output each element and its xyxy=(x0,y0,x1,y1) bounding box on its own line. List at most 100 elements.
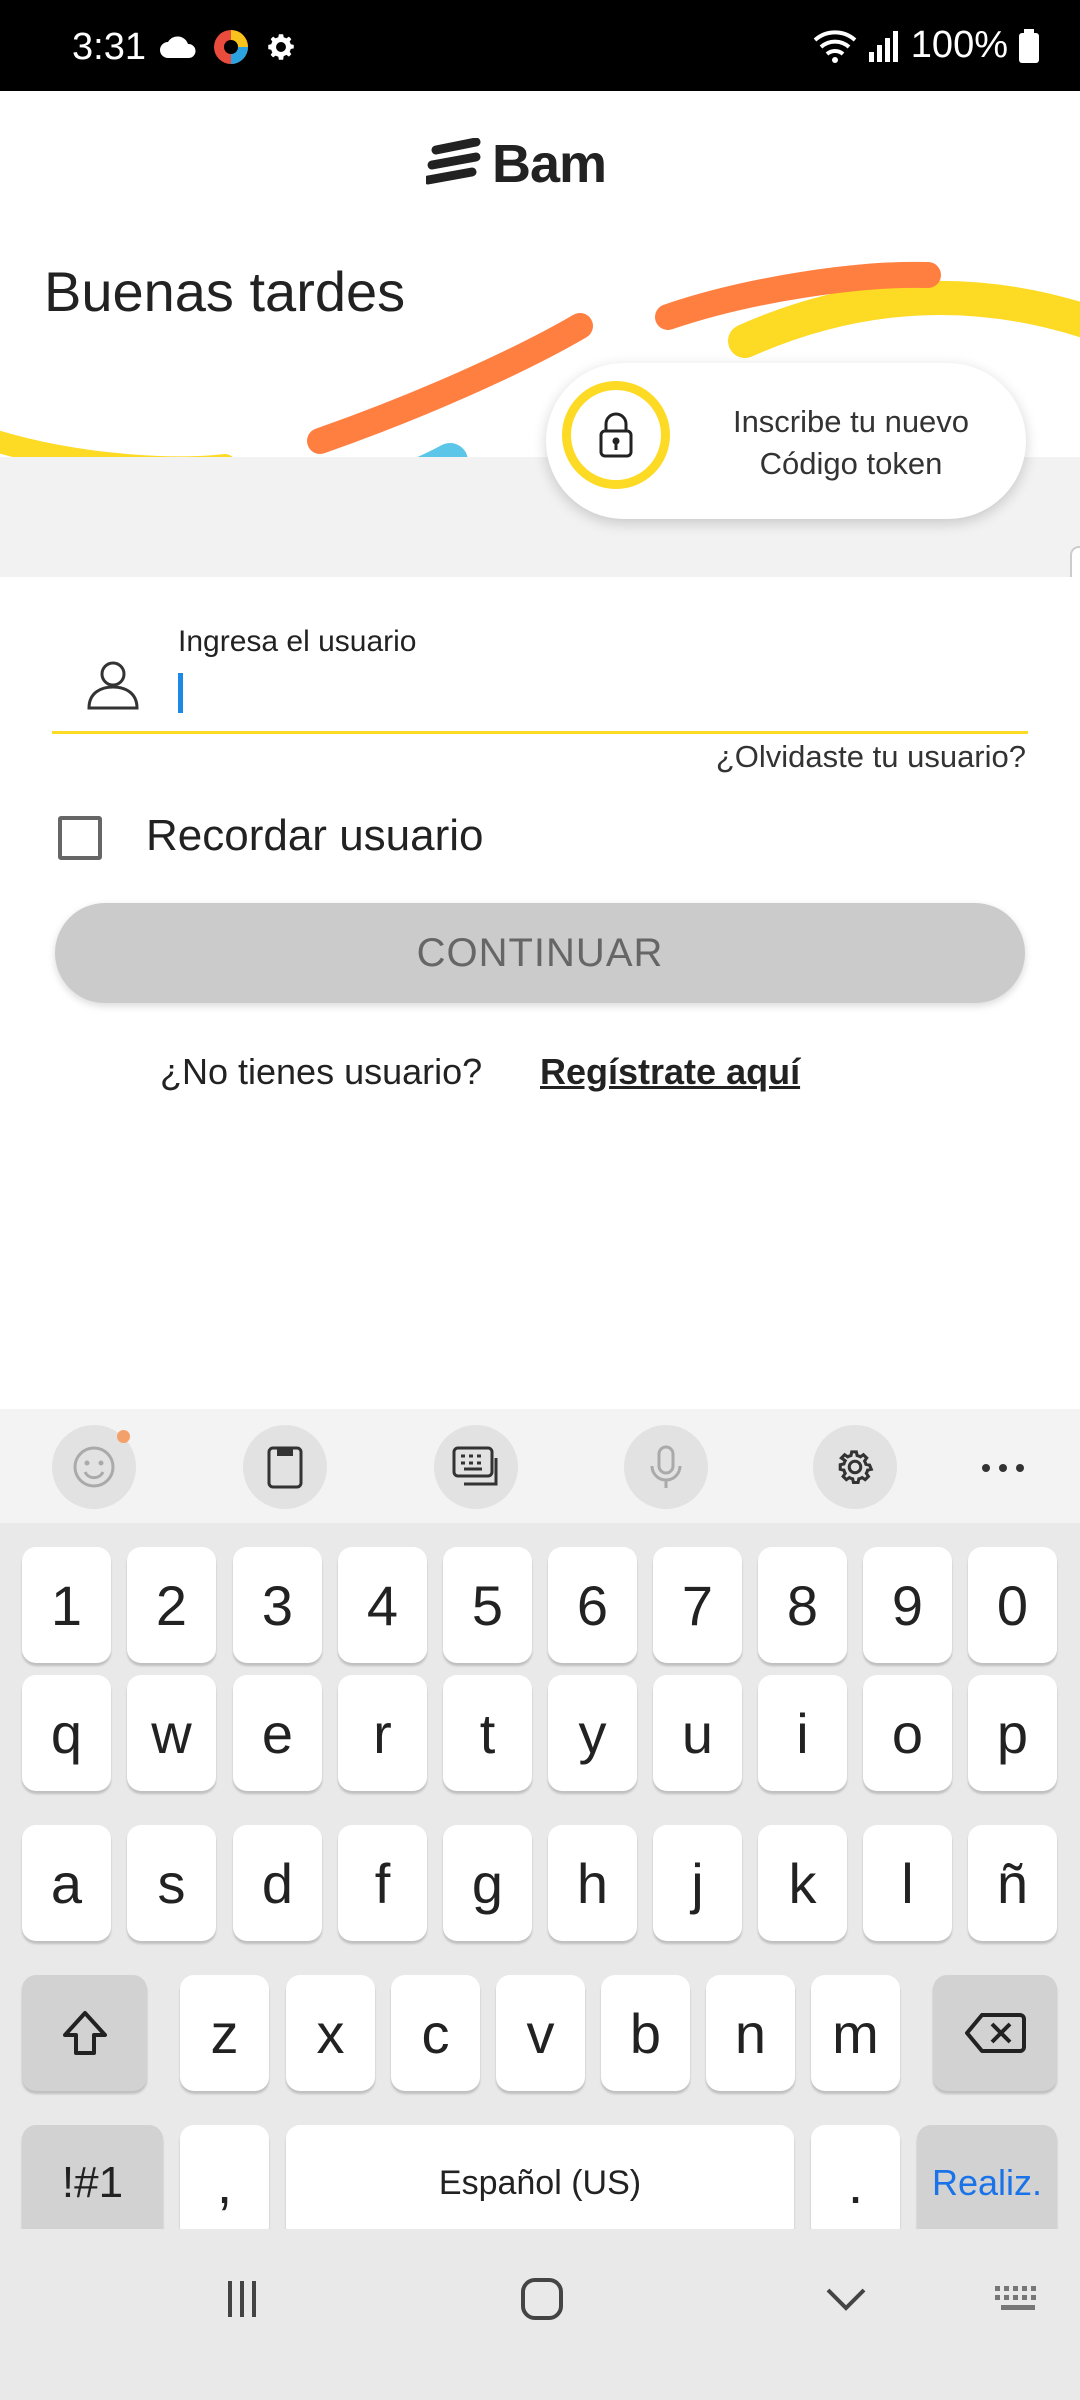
settings-notification-icon xyxy=(268,34,294,60)
home-icon xyxy=(521,2278,563,2320)
backspace-icon xyxy=(965,2013,1026,2053)
more-button[interactable] xyxy=(978,1443,1028,1493)
bam-logo-text: Bam xyxy=(492,134,607,194)
signal-icon xyxy=(868,30,898,62)
recent-apps-icon xyxy=(228,2281,256,2317)
emoji-button[interactable] xyxy=(52,1425,136,1509)
space-key[interactable]: Español (US) xyxy=(286,2125,794,2241)
clipboard-button[interactable] xyxy=(243,1425,327,1509)
system-nav-bar xyxy=(0,2229,1080,2400)
key-q[interactable]: q xyxy=(22,1675,111,1791)
key-e[interactable]: e xyxy=(233,1675,322,1791)
key-1[interactable]: 1 xyxy=(22,1547,111,1663)
key-d[interactable]: d xyxy=(233,1825,322,1941)
more-icon xyxy=(982,1464,1024,1472)
done-key[interactable]: Realiz. xyxy=(917,2125,1057,2241)
token-card-text: Inscribe tu nuevo Código token xyxy=(696,401,1006,485)
keyboard-switch-button[interactable] xyxy=(988,2269,1048,2329)
username-label: Ingresa el usuario xyxy=(178,625,417,658)
key-5[interactable]: 5 xyxy=(443,1547,532,1663)
text-cursor xyxy=(178,673,183,713)
username-underline xyxy=(52,731,1028,734)
register-link[interactable]: Regístrate aquí xyxy=(540,1051,800,1093)
keyboard-toolbar xyxy=(0,1409,1080,1523)
status-notification-icons xyxy=(158,28,298,66)
comma-key[interactable]: , xyxy=(180,2125,269,2241)
key-8[interactable]: 8 xyxy=(758,1547,847,1663)
key-j[interactable]: j xyxy=(653,1825,742,1941)
key-r[interactable]: r xyxy=(338,1675,427,1791)
symbols-key[interactable]: !#1 xyxy=(22,2125,163,2241)
key-x[interactable]: x xyxy=(286,1975,375,2091)
cloud-icon xyxy=(160,36,196,58)
battery-icon xyxy=(1019,28,1039,63)
key-p[interactable]: p xyxy=(968,1675,1057,1791)
recent-apps-button[interactable] xyxy=(212,2269,272,2329)
key-a[interactable]: a xyxy=(22,1825,111,1941)
battery-percent: 100% xyxy=(910,24,1008,66)
key-3[interactable]: 3 xyxy=(233,1547,322,1663)
soft-keyboard: 1 2 3 4 5 6 7 8 9 0 q w e r t y u i o p … xyxy=(0,1409,1080,2241)
key-y[interactable]: y xyxy=(548,1675,637,1791)
key-u[interactable]: u xyxy=(653,1675,742,1791)
key-v[interactable]: v xyxy=(496,1975,585,2091)
status-time: 3:31 xyxy=(72,26,146,68)
bam-logo-mark-icon xyxy=(426,138,481,185)
key-k[interactable]: k xyxy=(758,1825,847,1941)
back-icon xyxy=(826,2288,866,2311)
voice-input-button[interactable] xyxy=(624,1425,708,1509)
login-screen: Bam Buenas tardes Inscribe tu nuevo Códi… xyxy=(0,91,1080,1409)
key-z[interactable]: z xyxy=(180,1975,269,2091)
status-bar: 3:31 100% xyxy=(0,0,1080,91)
key-t[interactable]: t xyxy=(443,1675,532,1791)
key-h[interactable]: h xyxy=(548,1825,637,1941)
key-n-tilde[interactable]: ñ xyxy=(968,1825,1057,1941)
backspace-key[interactable] xyxy=(933,1975,1057,2091)
forgot-username-link[interactable]: ¿Olvidaste tu usuario? xyxy=(716,739,1026,775)
keyboard-settings-button[interactable] xyxy=(813,1425,897,1509)
key-s[interactable]: s xyxy=(127,1825,216,1941)
key-2[interactable]: 2 xyxy=(127,1547,216,1663)
key-g[interactable]: g xyxy=(443,1825,532,1941)
token-card-line1: Inscribe tu nuevo xyxy=(732,404,970,439)
shift-icon xyxy=(62,2011,107,2055)
user-icon xyxy=(87,661,139,710)
home-button[interactable] xyxy=(512,2269,572,2329)
key-c[interactable]: c xyxy=(391,1975,480,2091)
microphone-icon xyxy=(650,1445,682,1488)
key-0[interactable]: 0 xyxy=(968,1547,1057,1663)
key-9[interactable]: 9 xyxy=(863,1547,952,1663)
app-notification-icon xyxy=(214,30,248,64)
remember-user-label[interactable]: Recordar usuario xyxy=(146,811,484,861)
bam-logo: Bam xyxy=(426,133,607,195)
key-6[interactable]: 6 xyxy=(548,1547,637,1663)
status-right: 100% xyxy=(813,24,1040,67)
remember-user-checkbox[interactable] xyxy=(58,816,102,860)
key-o[interactable]: o xyxy=(863,1675,952,1791)
no-user-text: ¿No tienes usuario? xyxy=(160,1051,483,1092)
key-4[interactable]: 4 xyxy=(338,1547,427,1663)
wifi-icon xyxy=(813,29,857,63)
emoji-notification-dot xyxy=(117,1430,130,1443)
register-token-button[interactable]: Inscribe tu nuevo Código token xyxy=(546,363,1026,519)
back-button[interactable] xyxy=(816,2269,876,2329)
key-w[interactable]: w xyxy=(127,1675,216,1791)
key-b[interactable]: b xyxy=(601,1975,690,2091)
token-card-line2: Código token xyxy=(759,446,943,481)
key-n[interactable]: n xyxy=(706,1975,795,2091)
shift-key[interactable] xyxy=(22,1975,147,2091)
key-f[interactable]: f xyxy=(338,1825,427,1941)
continue-button[interactable]: CONTINUAR xyxy=(55,903,1025,1003)
key-7[interactable]: 7 xyxy=(653,1547,742,1663)
key-m[interactable]: m xyxy=(811,1975,900,2091)
greeting-title: Buenas tardes xyxy=(44,260,406,323)
username-input[interactable] xyxy=(170,665,1028,727)
emoji-icon xyxy=(73,1446,115,1488)
period-key[interactable]: . xyxy=(811,2125,900,2241)
key-l[interactable]: l xyxy=(863,1825,952,1941)
keyboard-mode-icon xyxy=(452,1446,498,1486)
key-i[interactable]: i xyxy=(758,1675,847,1791)
keyboard-mode-button[interactable] xyxy=(434,1425,518,1509)
lock-icon xyxy=(599,412,633,458)
keyboard-switch-icon xyxy=(995,2286,1036,2310)
